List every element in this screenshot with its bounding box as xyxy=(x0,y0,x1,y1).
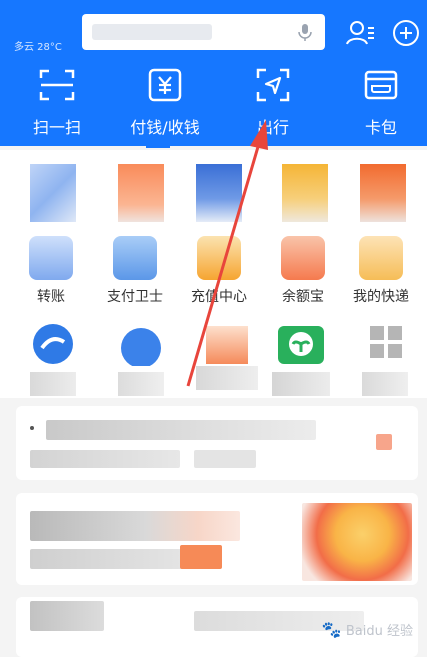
weather-text: 多云 28°C xyxy=(14,42,62,53)
add-icon[interactable] xyxy=(390,17,422,49)
shield-icon xyxy=(113,236,157,280)
bullet-dot xyxy=(30,426,34,430)
phone-icon xyxy=(197,236,241,280)
watermark-text: Baidu 经验 xyxy=(345,624,413,639)
transfer-icon xyxy=(29,236,73,280)
app-transfer[interactable]: 转账 xyxy=(8,236,94,306)
app-icon-blurred[interactable] xyxy=(30,322,76,396)
app-icon-blurred[interactable] xyxy=(118,164,164,222)
app-icon-blurred[interactable] xyxy=(118,322,164,396)
app-label: 余额宝 xyxy=(282,289,324,305)
app-label-blurred xyxy=(30,372,76,396)
text-blurred xyxy=(30,450,180,468)
app-label: 转账 xyxy=(37,289,65,305)
shortcut-label: 扫一扫 xyxy=(32,118,81,137)
yuebao-icon xyxy=(281,236,325,280)
card-wallet-icon xyxy=(364,70,398,100)
promo-image-blurred xyxy=(302,503,412,581)
thumbnail-blurred xyxy=(376,434,392,450)
app-icon-blurred[interactable] xyxy=(30,164,76,222)
app-grid: 转账 支付卫士 充值中心 余额宝 我的快递 xyxy=(0,150,427,398)
tab-indicator xyxy=(146,146,170,148)
grid-icon xyxy=(370,326,402,358)
app-header: 多云 28°C 扫一扫 付钱/收钱 出行 卡包 xyxy=(0,0,427,146)
text-blurred xyxy=(30,601,104,631)
app-icon-blurred[interactable] xyxy=(272,322,330,396)
text-blurred xyxy=(194,450,256,468)
text-blurred xyxy=(46,420,316,440)
more-apps-icon[interactable] xyxy=(362,322,408,396)
pay-icon xyxy=(148,68,182,102)
search-placeholder-blurred xyxy=(92,24,212,40)
app-top-up-center[interactable]: 充值中心 xyxy=(176,236,262,306)
app-icon-blurred[interactable] xyxy=(196,322,258,390)
app-label: 支付卫士 xyxy=(107,289,163,305)
app-yuebao[interactable]: 余额宝 xyxy=(260,236,346,306)
badge-blurred xyxy=(180,545,222,569)
app-icon-blurred[interactable] xyxy=(282,164,328,222)
app-label-blurred xyxy=(362,372,408,396)
shortcut-pay[interactable]: 付钱/收钱 xyxy=(122,66,208,138)
app-my-express[interactable]: 我的快递 xyxy=(340,236,422,306)
shortcut-scan[interactable]: 扫一扫 xyxy=(14,66,100,138)
scan-icon xyxy=(39,69,75,101)
parcel-icon xyxy=(359,236,403,280)
search-bar[interactable] xyxy=(82,14,325,50)
app-label: 我的快递 xyxy=(353,289,409,305)
shortcut-label: 出行 xyxy=(256,118,289,137)
app-payment-guard[interactable]: 支付卫士 xyxy=(92,236,178,306)
app-label-blurred xyxy=(272,372,330,396)
app-icon-blurred-graphic xyxy=(33,324,73,364)
shortcut-card-wallet[interactable]: 卡包 xyxy=(338,66,424,138)
travel-icon xyxy=(256,68,290,102)
app-icon-blurred[interactable] xyxy=(360,164,406,222)
microphone-icon[interactable] xyxy=(295,22,315,42)
app-label-blurred xyxy=(196,366,258,390)
contacts-icon[interactable] xyxy=(344,17,376,49)
app-icon-blurred[interactable] xyxy=(196,164,242,222)
shortcut-travel[interactable]: 出行 xyxy=(230,66,316,138)
app-label: 充值中心 xyxy=(191,289,247,305)
watermark: 🐾 Baidu 经验 xyxy=(322,620,413,639)
text-blurred xyxy=(30,549,190,569)
app-icon-blurred-graphic xyxy=(121,328,161,368)
text-blurred xyxy=(30,511,240,541)
shortcut-label: 卡包 xyxy=(364,118,397,137)
app-icon-blurred-graphic xyxy=(278,326,324,364)
paw-icon: 🐾 xyxy=(321,620,342,639)
shortcut-label: 付钱/收钱 xyxy=(130,118,200,137)
app-icon-blurred-graphic xyxy=(206,326,248,364)
app-label-blurred xyxy=(118,372,164,396)
feed-card[interactable] xyxy=(16,406,418,480)
feed-card[interactable] xyxy=(16,493,418,585)
